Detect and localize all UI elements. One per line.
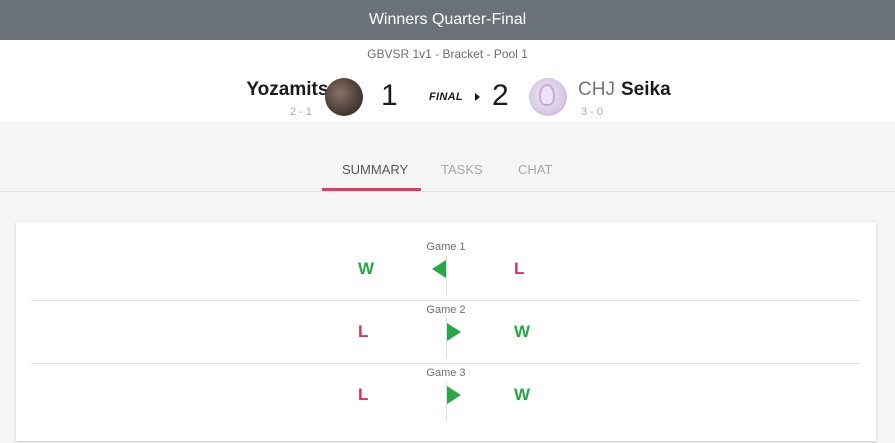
game-row: Game 2 L W	[16, 299, 876, 362]
winner-arrow-icon	[475, 93, 480, 101]
player2-game-result: W	[514, 385, 531, 404]
tab-chat[interactable]: CHAT	[518, 162, 552, 177]
game-divider-line	[446, 255, 447, 295]
game-label: Game 3	[426, 367, 466, 379]
tab-tasks[interactable]: TASKS	[441, 162, 483, 177]
player1-score: 1	[381, 79, 398, 112]
match-status: FINAL	[429, 91, 463, 103]
player2-game-result: W	[514, 322, 531, 341]
tab-bar: SUMMARY TASKS CHAT	[0, 122, 895, 192]
winner-flag-icon	[432, 260, 446, 278]
player2-sponsor-prefix: CHJ	[578, 79, 615, 100]
player1-game-result: L	[358, 322, 369, 341]
game-row: Game 1 W L	[16, 236, 876, 299]
round-title-bar: Winners Quarter-Final	[0, 0, 895, 40]
player2-name[interactable]: Seika	[621, 79, 671, 101]
winner-flag-icon	[447, 386, 461, 404]
winner-flag-icon	[447, 323, 461, 341]
bracket-info[interactable]: GBVSR 1v1 - Bracket - Pool 1	[0, 47, 895, 61]
games-summary-card: Game 1 W L Game 2 L W Game 3 L W	[16, 222, 876, 441]
player2-score: 2	[492, 79, 509, 112]
game-row: Game 3 L W	[16, 362, 876, 425]
game-label: Game 1	[426, 241, 466, 253]
player1-game-result: L	[358, 385, 369, 404]
match-header: GBVSR 1v1 - Bracket - Pool 1 Yozamitsu 2…	[0, 40, 895, 122]
active-tab-indicator	[322, 188, 421, 191]
player1-avatar[interactable]	[325, 78, 363, 116]
player2-game-result: L	[514, 259, 525, 278]
player1-game-result: W	[358, 259, 375, 278]
game-label: Game 2	[426, 304, 466, 316]
player2-record: 3 - 0	[581, 106, 604, 118]
round-title: Winners Quarter-Final	[368, 11, 527, 28]
tab-summary[interactable]: SUMMARY	[342, 162, 408, 177]
player1-record: 2 - 1	[289, 106, 312, 118]
player2-avatar[interactable]	[529, 78, 567, 116]
